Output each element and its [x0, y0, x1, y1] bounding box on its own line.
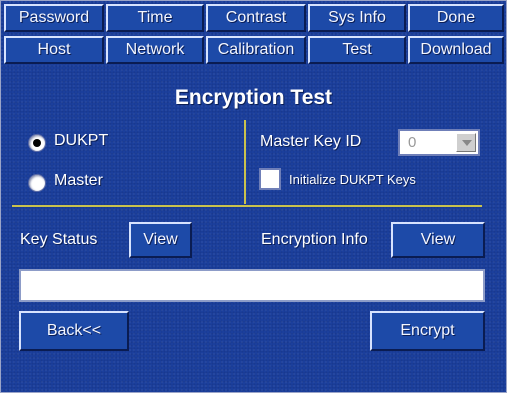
radio-dukpt[interactable] [28, 134, 46, 152]
encryption-output-field[interactable] [19, 269, 485, 302]
master-key-id-label: Master Key ID [260, 133, 362, 150]
radio-master-label: Master [54, 172, 103, 189]
chevron-down-icon[interactable] [456, 133, 476, 152]
tab-done[interactable]: Done [408, 4, 504, 32]
radio-master[interactable] [28, 174, 46, 192]
encryption-info-view-button[interactable]: View [391, 222, 485, 258]
horizontal-divider [12, 205, 482, 207]
vertical-divider [244, 120, 246, 204]
tab-network[interactable]: Network [106, 36, 204, 64]
tab-test[interactable]: Test [308, 36, 406, 64]
tab-download[interactable]: Download [408, 36, 504, 64]
tab-password[interactable]: Password [4, 4, 104, 32]
init-dukpt-checkbox[interactable] [259, 168, 281, 190]
tab-calibration[interactable]: Calibration [206, 36, 306, 64]
tab-host[interactable]: Host [4, 36, 104, 64]
radio-dukpt-label: DUKPT [54, 132, 109, 149]
page-title: Encryption Test [174, 86, 333, 109]
radio-selected-dot [33, 139, 41, 147]
init-dukpt-label: Initialize DUKPT Keys [289, 172, 416, 187]
tab-sys-info[interactable]: Sys Info [308, 4, 406, 32]
encryption-info-label: Encryption Info [261, 231, 368, 248]
tab-time[interactable]: Time [106, 4, 204, 32]
encrypt-button[interactable]: Encrypt [370, 311, 485, 351]
key-status-view-button[interactable]: View [129, 222, 192, 258]
back-button[interactable]: Back<< [19, 311, 129, 351]
key-status-label: Key Status [20, 231, 98, 248]
master-key-id-select[interactable]: 0 [398, 129, 480, 156]
tab-contrast[interactable]: Contrast [206, 4, 306, 32]
master-key-id-value: 0 [408, 134, 417, 151]
